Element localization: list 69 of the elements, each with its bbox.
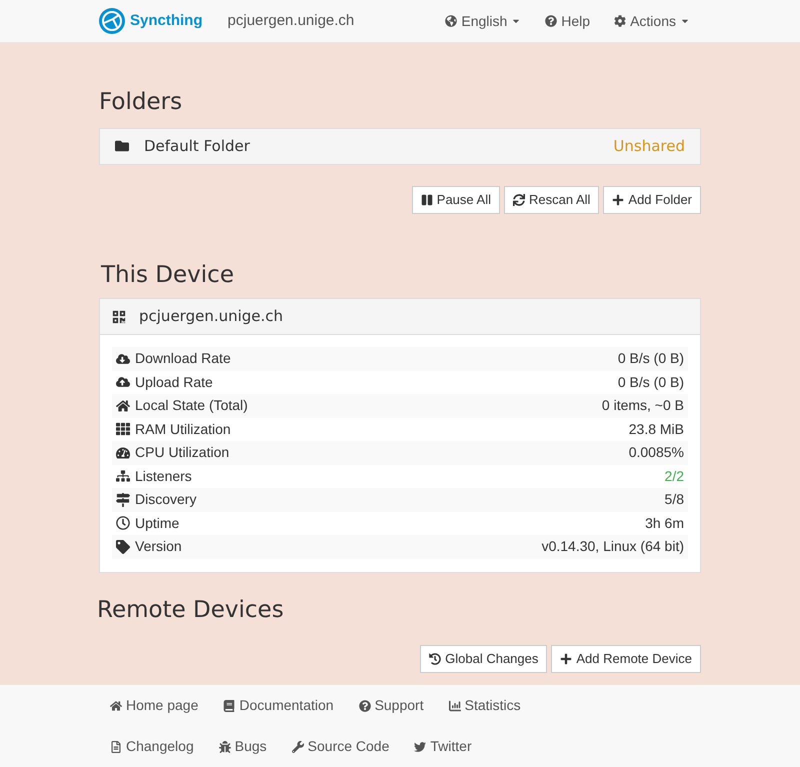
folder-icon <box>115 139 129 153</box>
footer-link[interactable]: Support <box>358 685 424 726</box>
signpost-icon <box>116 492 130 507</box>
stat-value: 0.0085% <box>628 443 684 462</box>
device-name: pcjuergen.unige.ch <box>228 10 354 31</box>
toolbar-button[interactable]: Add Remote Device <box>551 645 701 673</box>
toolbar-button[interactable]: Rescan All <box>504 186 600 214</box>
book-icon <box>223 700 236 712</box>
stat-value: 0 B/s (0 B) <box>618 372 684 392</box>
folder-panel[interactable]: Default Folder Unshared <box>99 128 701 164</box>
bird-icon <box>414 740 426 752</box>
section-title: This Device <box>101 260 235 290</box>
help-icon <box>358 700 371 712</box>
footer-link[interactable]: Bugs <box>218 726 267 767</box>
toolbar-button[interactable]: Global Changes <box>420 645 548 673</box>
device-title: pcjuergen.unige.ch <box>139 306 284 328</box>
footer-link[interactable]: Documentation <box>223 685 334 726</box>
plus-icon <box>560 653 572 665</box>
toolbar-button[interactable]: Add Folder <box>603 186 701 214</box>
footer-link[interactable]: Twitter <box>414 726 472 767</box>
section-title: Remote Devices <box>97 596 285 624</box>
stat-value: 3h 6m <box>645 514 684 533</box>
gauge-icon <box>116 446 130 460</box>
stat-label: Local State (Total) <box>135 396 248 416</box>
folder-status: Unshared <box>613 136 685 157</box>
stat-value: 2/2 <box>664 466 684 486</box>
toolbar-button[interactable]: Pause All <box>412 186 500 214</box>
folder-name: Default Folder <box>144 136 250 157</box>
stat-label: Download Rate <box>135 349 231 368</box>
footer-link[interactable]: Changelog <box>110 726 194 767</box>
stat-label: Upload Rate <box>135 372 213 392</box>
footer-link[interactable]: Home page <box>110 685 198 726</box>
wrench-icon <box>292 740 304 752</box>
stat-label: Uptime <box>135 514 180 533</box>
sitemap-icon <box>116 469 130 484</box>
section-title: Folders <box>99 88 184 117</box>
refresh-icon <box>512 194 525 206</box>
stat-label: Listeners <box>135 466 192 486</box>
nav-menu[interactable]: Actions <box>614 10 690 32</box>
stat-value: v0.14.30, Linux (64 bit) <box>542 537 684 556</box>
settings-icon <box>614 15 626 27</box>
stat-label: Version <box>135 537 182 556</box>
bug-icon <box>218 740 231 752</box>
home-icon <box>116 398 130 413</box>
stat-label: Discovery <box>135 490 196 510</box>
history-icon <box>429 653 442 665</box>
stat-value: 23.8 MiB <box>628 420 684 439</box>
file-icon <box>110 740 122 752</box>
globe-icon <box>445 15 458 27</box>
stat-value: 0 items, ~0 B <box>602 396 684 416</box>
stat-value: 0 B/s (0 B) <box>618 349 684 368</box>
help-icon <box>545 15 558 27</box>
nav-menu[interactable]: Help <box>545 10 590 32</box>
pause-icon <box>420 194 433 206</box>
plus-icon <box>612 194 624 206</box>
logo-icon <box>98 7 126 35</box>
grid-icon <box>116 422 130 436</box>
stat-label: RAM Utilization <box>135 420 231 439</box>
cloud-upload-icon <box>116 375 130 390</box>
stat-label: CPU Utilization <box>135 443 230 462</box>
nav-menu[interactable]: English <box>445 10 522 32</box>
footer-link[interactable]: Source Code <box>292 726 390 767</box>
bar-chart-icon <box>448 700 461 712</box>
cloud-download-icon <box>116 352 130 366</box>
home-icon <box>110 700 122 712</box>
tag-icon <box>116 540 130 554</box>
footer-link[interactable]: Statistics <box>448 685 521 726</box>
stat-value: 5/8 <box>664 490 684 510</box>
clock-icon <box>116 516 130 530</box>
